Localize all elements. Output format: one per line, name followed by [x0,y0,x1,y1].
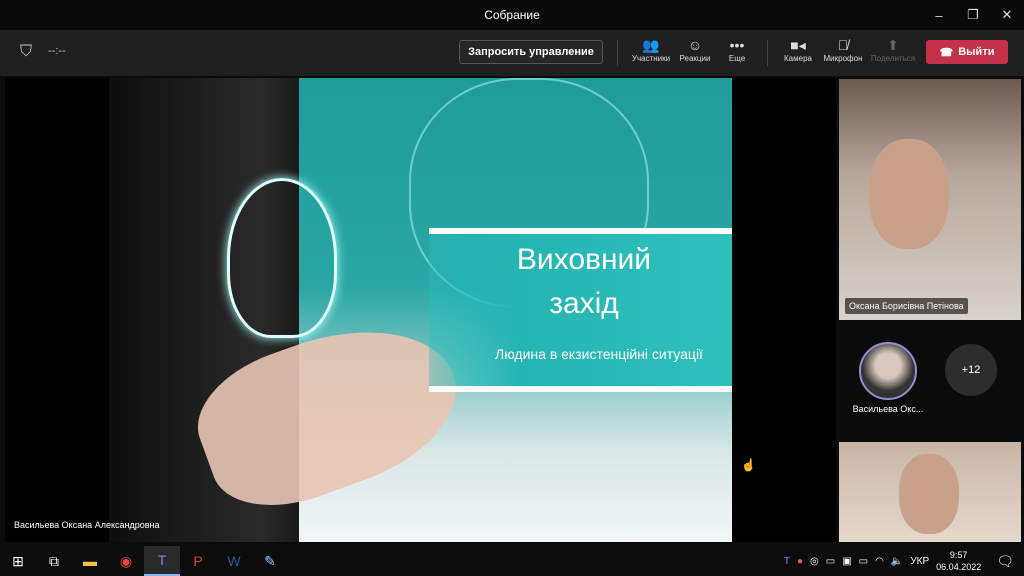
participant-face [899,454,959,534]
close-button[interactable]: ✕ [990,0,1024,30]
app-tray-icon[interactable]: ● [797,556,803,567]
leave-button[interactable]: ☎ Выйти [926,40,1008,64]
people-icon: 👥 [642,37,660,53]
taskbar: ⊞ ⧉ ▬ ◉ T P W ✎ T ● ◎ ▭ ▣ ▭ ◠ 🔈 УКР 9:57… [0,546,1024,576]
title-bar: Собрание – ❐ ✕ [0,0,1024,30]
meeting-timer: --:-- [48,45,66,57]
steam-icon[interactable]: ◎ [810,556,819,567]
cursor-icon: ☝ [741,458,756,472]
participant-video[interactable] [839,442,1021,542]
more-participants-button[interactable]: +12 [945,344,997,396]
camera-button[interactable]: ■◂ Камера [773,36,823,63]
windows-start-icon[interactable]: ⊞ [0,546,36,576]
window-title: Собрание [484,8,540,22]
camera-icon: ■◂ [790,37,806,53]
notification-app-icon[interactable]: ▣ [842,556,851,567]
participants-button[interactable]: 👥 Участники [626,36,676,63]
participant-face [869,139,949,249]
presenter-name: Васильева Оксана Александровна [14,520,160,530]
teams-icon[interactable]: T [144,546,180,576]
meeting-toolbar: ⛉ --:-- Запросить управление 👥 Участники … [0,30,1024,76]
wifi-icon[interactable]: ◠ [875,556,884,567]
action-center-icon[interactable]: 🗨 [996,553,1014,570]
participant-name: Оксана Борисівна Петінова [845,298,968,314]
powerpoint-icon[interactable]: P [180,546,216,576]
slide-subtitle: Людина в екзистенційні ситуації [495,346,703,362]
divider [617,40,618,66]
phone-icon: ☎ [939,46,954,59]
teams-tray-icon[interactable]: T [784,556,790,567]
shield-icon[interactable]: ⛉ [20,43,32,61]
chrome-icon[interactable]: ◉ [108,546,144,576]
slide-title: Виховний захід [516,243,652,320]
paint-icon[interactable]: ✎ [252,546,288,576]
more-button[interactable]: ••• Еще [712,36,762,63]
divider [767,40,768,66]
mic-off-icon: 🎙̸ [837,37,849,53]
microphone-button[interactable]: 🎙̸ Микрофон [818,36,868,63]
participant-video[interactable]: Оксана Борисівна Петінова [839,79,1021,320]
word-icon[interactable]: W [216,546,252,576]
lightbulb-icon [227,178,337,338]
system-tray: T ● ◎ ▭ ▣ ▭ ◠ 🔈 УКР 9:57 06.04.2022 🗨 [784,546,1024,576]
share-button[interactable]: ⬆ Поделиться [868,36,918,63]
request-control-button[interactable]: Запросить управление [459,40,603,64]
language-indicator[interactable]: УКР [910,556,929,567]
more-icon: ••• [729,37,745,53]
restore-button[interactable]: ❐ [956,0,990,30]
minimize-button[interactable]: – [922,0,956,30]
avatar[interactable] [859,342,917,400]
clock[interactable]: 9:57 06.04.2022 [936,549,981,573]
display-icon[interactable]: ▭ [826,556,835,567]
task-view-icon[interactable]: ⧉ [36,546,72,576]
volume-icon[interactable]: 🔈 [891,556,903,567]
battery-icon[interactable]: ▭ [859,556,868,567]
shared-screen: Виховний захід Людина в екзистенційні сит… [5,78,836,542]
presentation-slide: Виховний захід Людина в екзистенційні сит… [109,78,732,542]
share-icon: ⬆ [887,37,899,53]
participant-name: Васильева Окс... [852,404,924,414]
file-explorer-icon[interactable]: ▬ [72,546,108,576]
